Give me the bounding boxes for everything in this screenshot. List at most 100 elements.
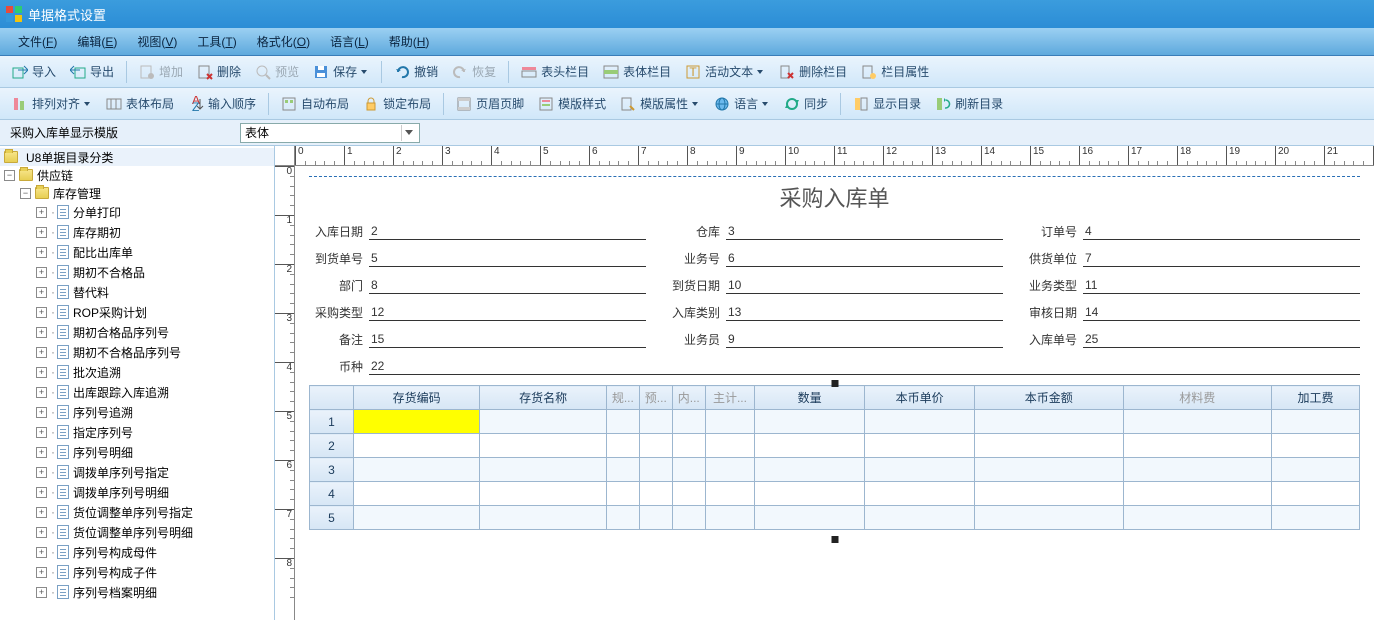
- field-value[interactable]: 25: [1083, 332, 1360, 348]
- row-number[interactable]: 1: [310, 410, 354, 434]
- expand-icon[interactable]: +: [36, 507, 47, 518]
- field-value[interactable]: 12: [369, 305, 646, 321]
- grid-cell[interactable]: [672, 506, 705, 530]
- menu-f[interactable]: 文件(F): [8, 29, 67, 54]
- align-button[interactable]: 排列对齐: [6, 92, 98, 115]
- menu-l[interactable]: 语言(L): [320, 29, 379, 54]
- grid-cell[interactable]: [1271, 434, 1359, 458]
- field-value[interactable]: 5: [369, 251, 646, 267]
- tree-item[interactable]: +·期初合格品序列号: [0, 323, 274, 341]
- grid-cell[interactable]: [755, 434, 865, 458]
- grid-cell[interactable]: [705, 434, 754, 458]
- menu-e[interactable]: 编辑(E): [67, 29, 127, 54]
- column-header[interactable]: 存货编码: [353, 386, 479, 410]
- tree-item[interactable]: +·序列号追溯: [0, 403, 274, 421]
- field-value[interactable]: 7: [1083, 251, 1360, 267]
- grid-cell[interactable]: [672, 482, 705, 506]
- expand-icon[interactable]: +: [36, 247, 47, 258]
- grid-cell[interactable]: [1271, 410, 1359, 434]
- tree-item[interactable]: +·批次追溯: [0, 363, 274, 381]
- column-header[interactable]: [310, 386, 354, 410]
- auto-layout-button[interactable]: 自动布局: [275, 92, 355, 115]
- expand-icon[interactable]: +: [36, 307, 47, 318]
- row-number[interactable]: 3: [310, 458, 354, 482]
- expand-icon[interactable]: +: [36, 367, 47, 378]
- column-header[interactable]: 内...: [672, 386, 705, 410]
- grid-cell[interactable]: [639, 482, 672, 506]
- input-order-button[interactable]: AZ输入顺序: [182, 92, 262, 115]
- add-button[interactable]: 增加: [133, 60, 189, 83]
- grid-cell[interactable]: [865, 434, 975, 458]
- grid-cell[interactable]: [755, 506, 865, 530]
- grid-cell[interactable]: [1123, 506, 1271, 530]
- col-prop-button[interactable]: 栏目属性: [855, 60, 935, 83]
- tree-item[interactable]: +·序列号构成子件: [0, 563, 274, 581]
- dropdown-icon[interactable]: [401, 125, 415, 141]
- field-value[interactable]: 8: [369, 278, 646, 294]
- lang-button[interactable]: 语言: [708, 92, 776, 115]
- del-col-button[interactable]: 删除栏目: [773, 60, 853, 83]
- tree-item[interactable]: +·调拨单序列号明细: [0, 483, 274, 501]
- expand-icon[interactable]: +: [36, 207, 47, 218]
- grid-cell[interactable]: [755, 410, 865, 434]
- tree-root[interactable]: U8单据目录分类: [0, 148, 274, 166]
- grid-cell[interactable]: [672, 458, 705, 482]
- grid-cell[interactable]: [975, 506, 1123, 530]
- column-header[interactable]: 本币金额: [975, 386, 1123, 410]
- row-number[interactable]: 5: [310, 506, 354, 530]
- grid-cell[interactable]: [1271, 482, 1359, 506]
- field-value[interactable]: 9: [726, 332, 1003, 348]
- grid-cell[interactable]: [865, 458, 975, 482]
- delete-button[interactable]: 删除: [191, 60, 247, 83]
- grid-cell[interactable]: [865, 482, 975, 506]
- tree-item[interactable]: +·货位调整单序列号指定: [0, 503, 274, 521]
- sync-button[interactable]: 同步: [778, 92, 834, 115]
- tree-item[interactable]: +·分单打印: [0, 203, 274, 221]
- grid-cell[interactable]: [480, 410, 606, 434]
- menu-t[interactable]: 工具(T): [187, 29, 246, 54]
- tree-item[interactable]: +·库存期初: [0, 223, 274, 241]
- grid-cell[interactable]: [1123, 410, 1271, 434]
- grid-cell[interactable]: [1271, 458, 1359, 482]
- grid-cell[interactable]: [705, 458, 754, 482]
- collapse-icon[interactable]: −: [20, 188, 31, 199]
- grid-cell[interactable]: [606, 410, 639, 434]
- grid-cell[interactable]: [480, 506, 606, 530]
- tree-item[interactable]: +·配比出库单: [0, 243, 274, 261]
- export-button[interactable]: 导出: [64, 60, 120, 83]
- column-header[interactable]: 材料费: [1123, 386, 1271, 410]
- tree-item[interactable]: +·序列号档案明细: [0, 583, 274, 601]
- field-value[interactable]: 11: [1083, 278, 1360, 294]
- grid-cell[interactable]: [353, 482, 479, 506]
- design-surface[interactable]: 采购入库单 入库日期2仓库3订单号4到货单号5业务号6供货单位7部门8到货日期1…: [295, 166, 1374, 620]
- tpl-style-button[interactable]: 模版样式: [532, 92, 612, 115]
- grid-cell[interactable]: [480, 434, 606, 458]
- field-value[interactable]: 10: [726, 278, 1003, 294]
- expand-icon[interactable]: +: [36, 387, 47, 398]
- grid-cell[interactable]: [755, 458, 865, 482]
- field-value[interactable]: 6: [726, 251, 1003, 267]
- expand-icon[interactable]: +: [36, 567, 47, 578]
- grid-cell[interactable]: [975, 434, 1123, 458]
- redo-button[interactable]: 恢复: [446, 60, 502, 83]
- tree-item[interactable]: +·序列号构成母件: [0, 543, 274, 561]
- show-toc-button[interactable]: 显示目录: [847, 92, 927, 115]
- expand-icon[interactable]: +: [36, 547, 47, 558]
- field-value[interactable]: 22: [369, 359, 1360, 375]
- column-header[interactable]: 存货名称: [480, 386, 606, 410]
- grid-cell[interactable]: [480, 482, 606, 506]
- row-number[interactable]: 4: [310, 482, 354, 506]
- body-col-button[interactable]: 表体栏目: [597, 60, 677, 83]
- expand-icon[interactable]: +: [36, 447, 47, 458]
- tree-panel[interactable]: U8单据目录分类 − 供应链 − 库存管理 +·分单打印+·库存期初+·配比出库…: [0, 146, 275, 620]
- tree-node-inventory[interactable]: − 库存管理: [0, 184, 274, 202]
- grid-cell[interactable]: [606, 434, 639, 458]
- expand-icon[interactable]: +: [36, 347, 47, 358]
- grid-cell[interactable]: [353, 458, 479, 482]
- dropdown-icon[interactable]: [757, 68, 765, 76]
- refresh-toc-button[interactable]: 刷新目录: [929, 92, 1009, 115]
- field-value[interactable]: 2: [369, 224, 646, 240]
- field-value[interactable]: 4: [1083, 224, 1360, 240]
- tree-item[interactable]: +·ROP采购计划: [0, 303, 274, 321]
- menu-v[interactable]: 视图(V): [127, 29, 187, 54]
